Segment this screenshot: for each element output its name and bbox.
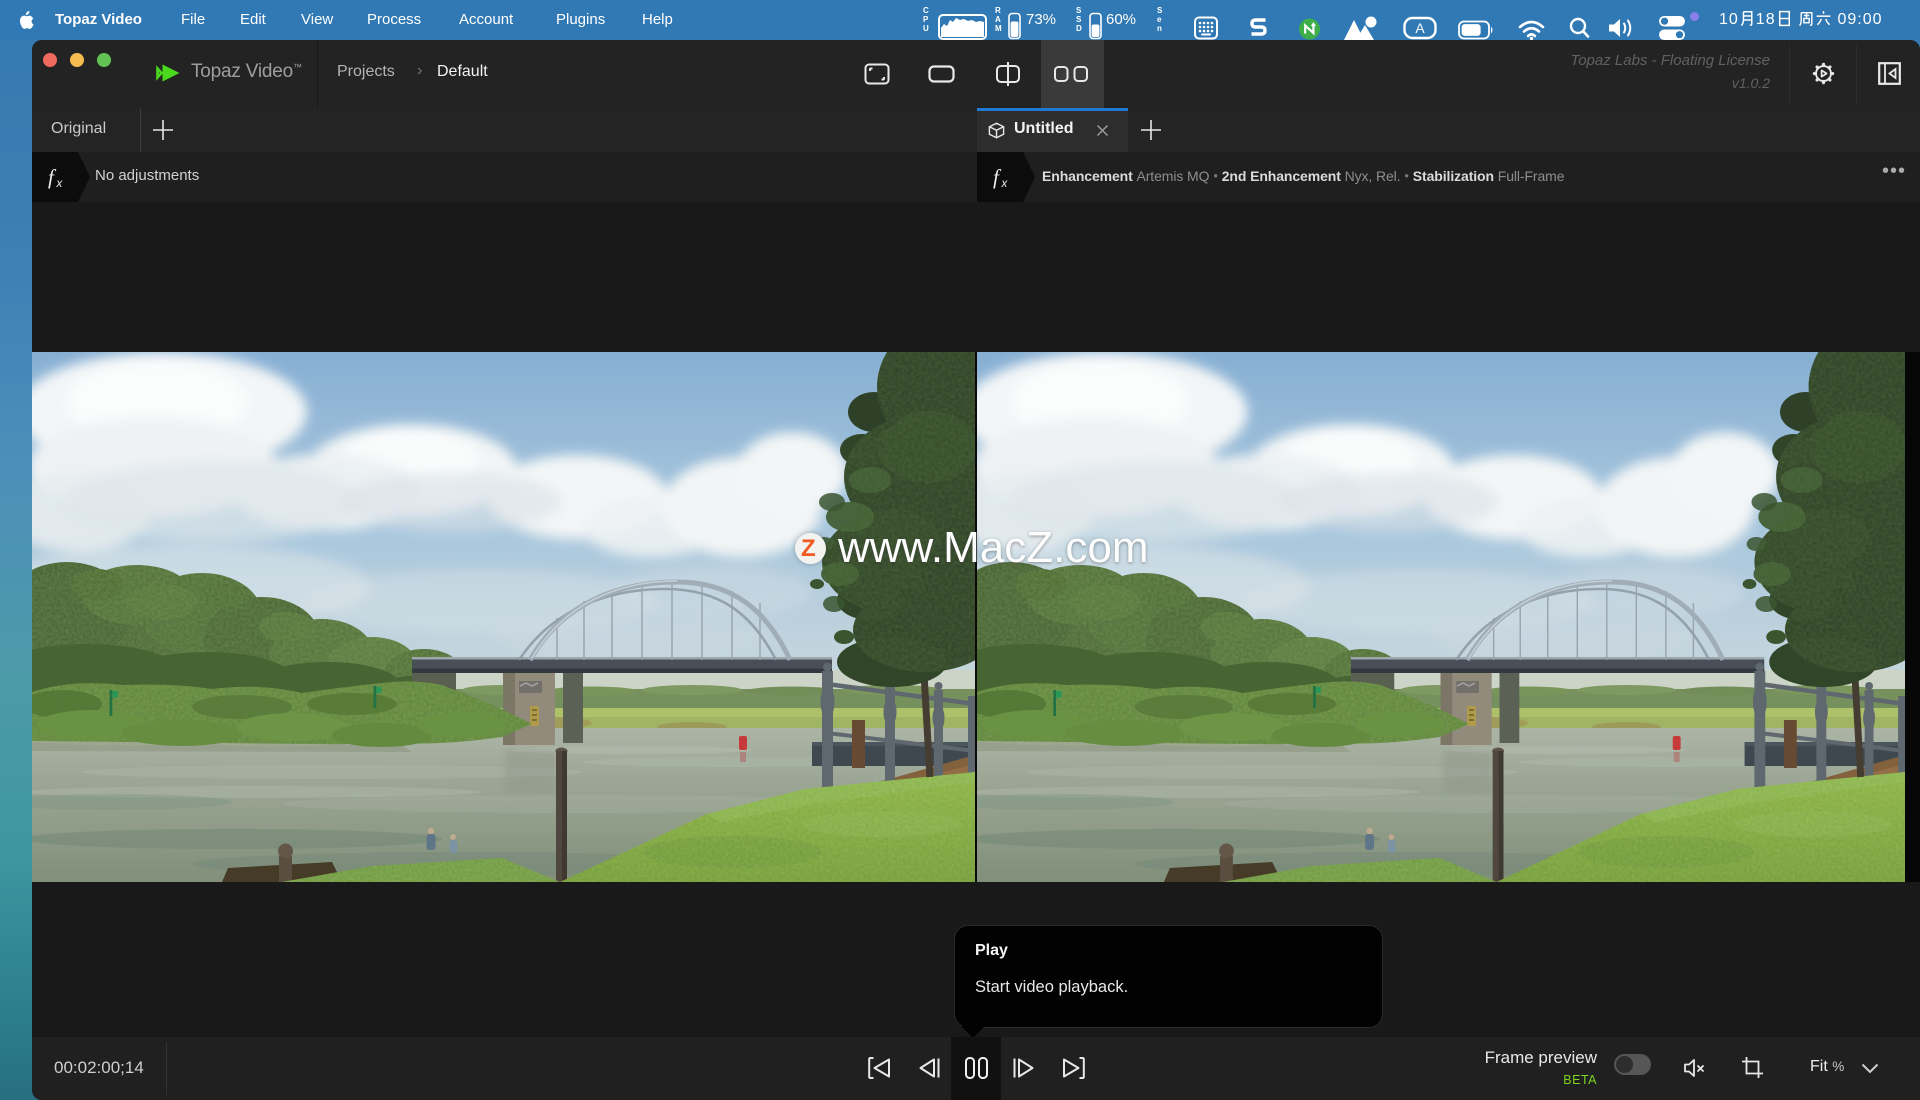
svg-text:A: A: [1415, 20, 1425, 36]
